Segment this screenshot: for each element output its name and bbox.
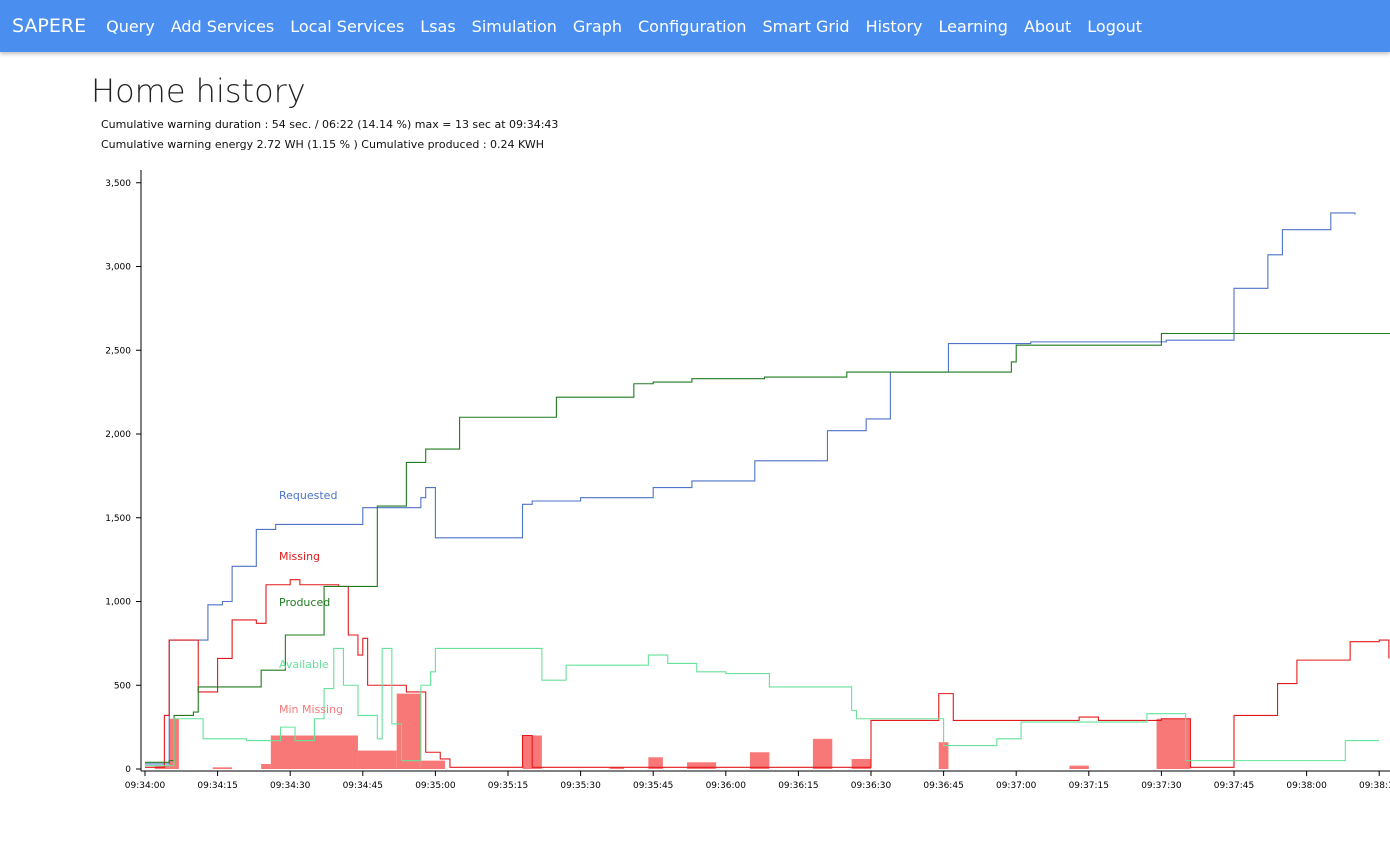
x-tick-label: 09:36:45 <box>923 781 963 791</box>
nav-item-smart-grid[interactable]: Smart Grid <box>755 17 858 36</box>
y-tick-label: 3,000 <box>105 263 131 273</box>
min-missing-bar <box>357 750 397 769</box>
min-missing-bar <box>261 763 271 769</box>
min-missing-bar <box>212 767 233 769</box>
x-tick-label: 09:34:15 <box>197 781 237 791</box>
legend-missing: Missing <box>279 550 320 563</box>
nav-item-history[interactable]: History <box>858 17 931 36</box>
y-tick-label: 500 <box>114 681 131 691</box>
y-tick-label: 1,500 <box>105 514 131 524</box>
brand-logo[interactable]: SAPERE <box>12 15 86 37</box>
nav-item-query[interactable]: Query <box>98 17 163 36</box>
x-tick-label: 09:34:30 <box>270 781 311 791</box>
min-missing-bar <box>812 738 833 769</box>
nav-item-about[interactable]: About <box>1016 17 1079 36</box>
nav-menu: Query Add Services Local Services Lsas Simul… <box>98 17 1150 36</box>
page-title: Home history <box>91 72 306 110</box>
x-tick-label: 09:35:15 <box>488 781 528 791</box>
legend-requested: Requested <box>279 489 337 502</box>
x-tick-label: 09:37:15 <box>1069 781 1109 791</box>
x-tick-label: 09:37:45 <box>1214 781 1254 791</box>
min-missing-bar <box>687 762 717 769</box>
min-missing-bar <box>1069 765 1089 769</box>
min-missing-bar <box>750 752 770 769</box>
nav-item-lsas[interactable]: Lsas <box>412 17 463 36</box>
top-navbar: SAPERE Query Add Services Local Services Ls… <box>0 0 1390 52</box>
nav-item-configuration[interactable]: Configuration <box>630 17 755 36</box>
x-tick-label: 09:35:30 <box>560 781 601 791</box>
y-tick-label: 2,500 <box>105 346 131 356</box>
legend-available: Available <box>279 658 329 671</box>
min-missing-bar <box>420 760 446 769</box>
y-tick-label: 3,500 <box>105 179 131 189</box>
x-tick-label: 09:37:00 <box>996 781 1037 791</box>
x-tick-label: 09:36:15 <box>778 781 818 791</box>
x-tick-label: 09:37:30 <box>1141 781 1182 791</box>
x-tick-label: 09:38:15 <box>1359 781 1390 791</box>
x-tick-label: 09:36:00 <box>706 781 747 791</box>
legend-produced: Produced <box>279 596 330 609</box>
y-tick-label: 0 <box>125 765 131 775</box>
x-tick-label: 09:34:45 <box>343 781 383 791</box>
x-tick-label: 09:38:00 <box>1286 781 1327 791</box>
legend-min-missing: Min Missing <box>279 703 343 716</box>
x-tick-label: 09:34:00 <box>125 781 166 791</box>
nav-item-logout[interactable]: Logout <box>1079 17 1150 36</box>
min-missing-bar <box>938 742 949 769</box>
x-tick-label: 09:35:00 <box>415 781 456 791</box>
nav-item-learning[interactable]: Learning <box>930 17 1015 36</box>
history-chart: 0 500 1,000 1,500 2,000 2,500 3,000 3,500 09:34:… <box>105 170 1390 791</box>
nav-item-add-services[interactable]: Add Services <box>163 17 283 36</box>
y-tick-label: 2,000 <box>105 430 131 440</box>
nav-item-simulation[interactable]: Simulation <box>464 17 565 36</box>
x-tick-label: 09:36:30 <box>851 781 892 791</box>
min-missing-bar <box>396 693 421 769</box>
nav-item-local-services[interactable]: Local Services <box>282 17 412 36</box>
x-tick-label: 09:35:45 <box>633 781 673 791</box>
nav-item-graph[interactable]: Graph <box>565 17 630 36</box>
series-line-produced <box>145 332 1390 763</box>
warning-duration-text: Cumulative warning duration : 54 sec. / … <box>101 118 559 131</box>
y-tick-label: 1,000 <box>105 598 131 608</box>
